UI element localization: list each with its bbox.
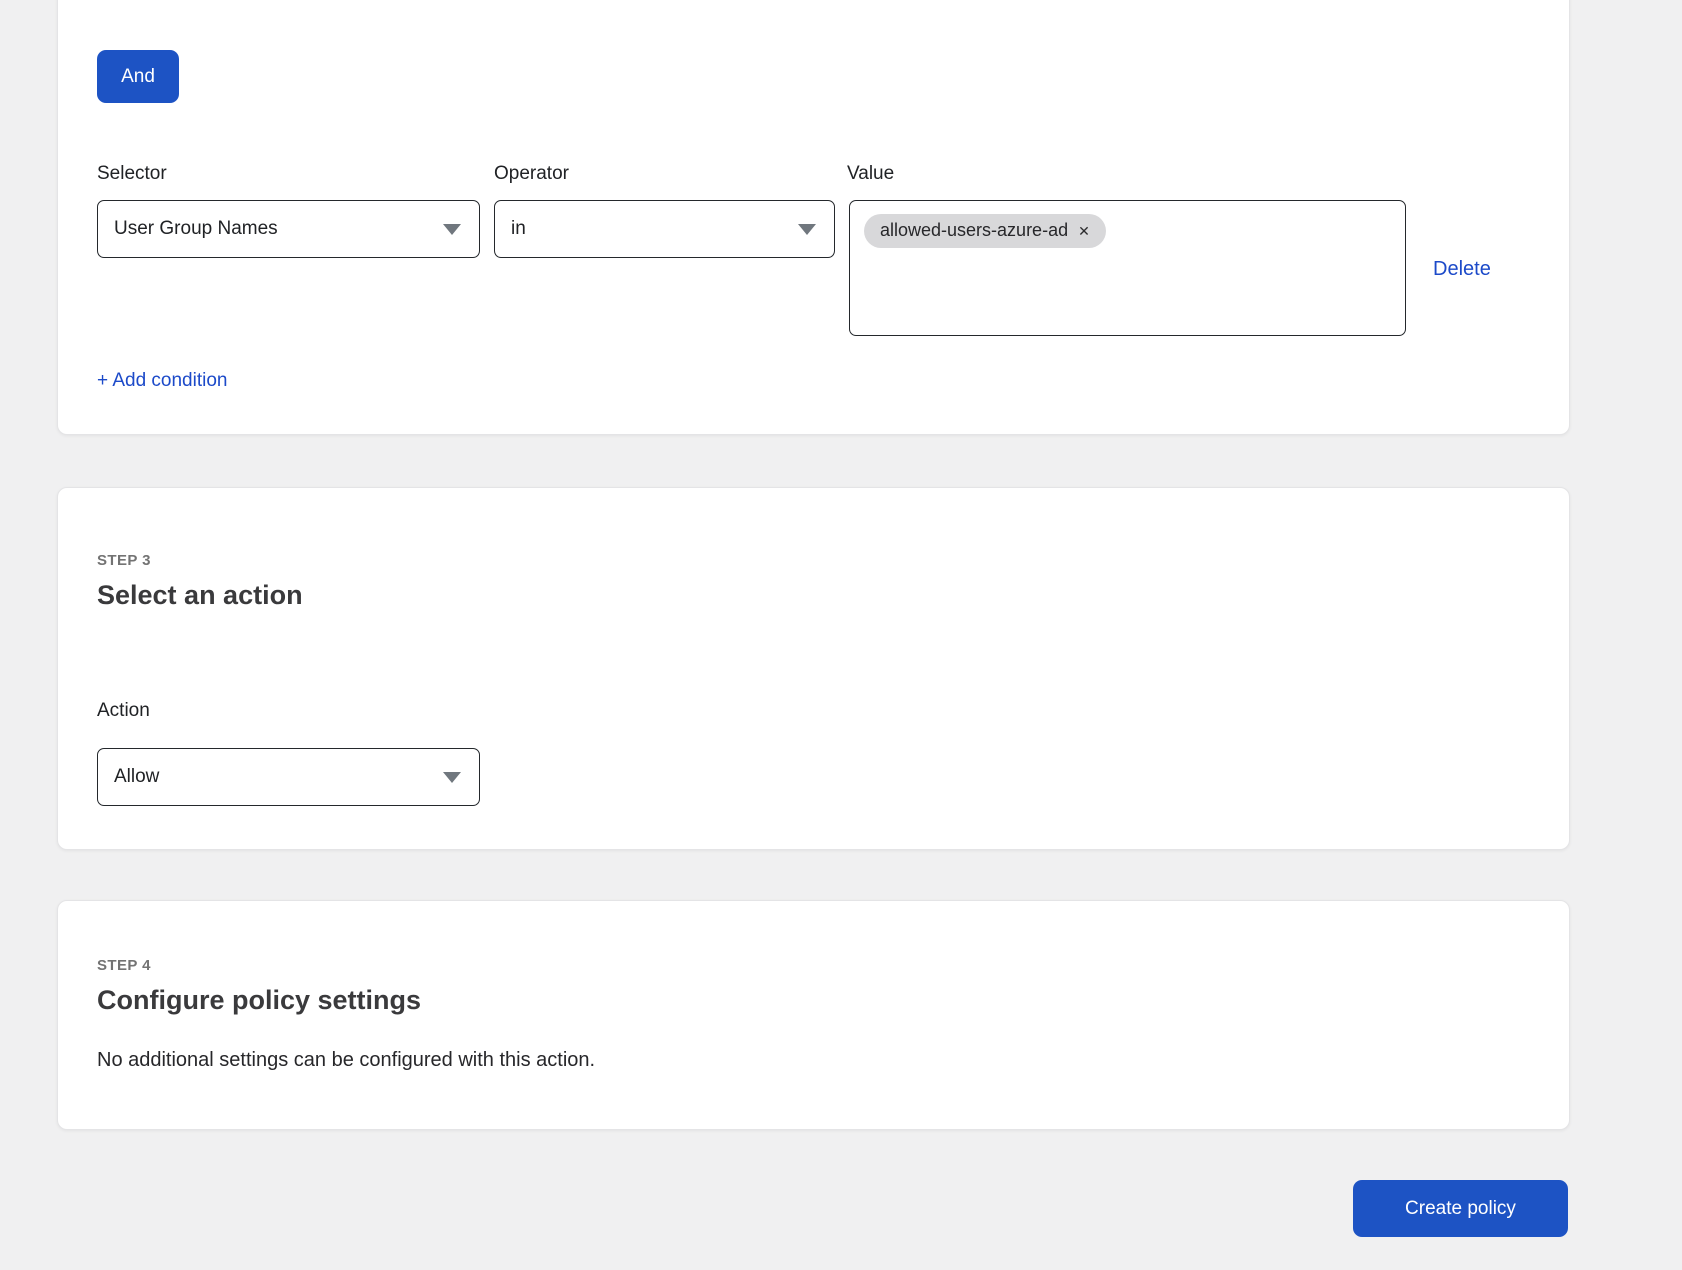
operator-dropdown-value: in bbox=[511, 218, 526, 240]
selector-dropdown-value: User Group Names bbox=[114, 218, 278, 240]
step4-eyebrow: STEP 4 bbox=[97, 957, 151, 974]
and-operator-button[interactable]: And bbox=[97, 50, 179, 103]
chevron-down-icon bbox=[443, 224, 461, 235]
delete-condition-link[interactable]: Delete bbox=[1433, 258, 1491, 281]
remove-tag-icon[interactable]: ✕ bbox=[1078, 224, 1090, 238]
action-label: Action bbox=[97, 700, 150, 722]
selector-dropdown[interactable]: User Group Names bbox=[97, 200, 480, 258]
selector-label: Selector bbox=[97, 163, 167, 185]
create-policy-button[interactable]: Create policy bbox=[1353, 1180, 1568, 1237]
step4-description: No additional settings can be configured… bbox=[97, 1049, 595, 1072]
chevron-down-icon bbox=[443, 772, 461, 783]
value-tag-text: allowed-users-azure-ad bbox=[880, 220, 1068, 241]
value-input[interactable]: allowed-users-azure-ad ✕ bbox=[849, 200, 1406, 336]
conditions-card: And Selector Operator Value User Group N… bbox=[57, 0, 1570, 435]
step3-card: STEP 3 Select an action Action Allow bbox=[57, 487, 1570, 850]
action-dropdown-value: Allow bbox=[114, 766, 159, 788]
step3-eyebrow: STEP 3 bbox=[97, 552, 151, 569]
value-label: Value bbox=[847, 163, 894, 185]
step3-title: Select an action bbox=[97, 580, 303, 611]
value-tag: allowed-users-azure-ad ✕ bbox=[864, 214, 1106, 248]
action-dropdown[interactable]: Allow bbox=[97, 748, 480, 806]
chevron-down-icon bbox=[798, 224, 816, 235]
add-condition-link[interactable]: + Add condition bbox=[97, 370, 227, 392]
policy-builder-page: And Selector Operator Value User Group N… bbox=[0, 0, 1682, 1270]
operator-dropdown[interactable]: in bbox=[494, 200, 835, 258]
step4-title: Configure policy settings bbox=[97, 985, 421, 1016]
operator-label: Operator bbox=[494, 163, 569, 185]
step4-card: STEP 4 Configure policy settings No addi… bbox=[57, 900, 1570, 1130]
